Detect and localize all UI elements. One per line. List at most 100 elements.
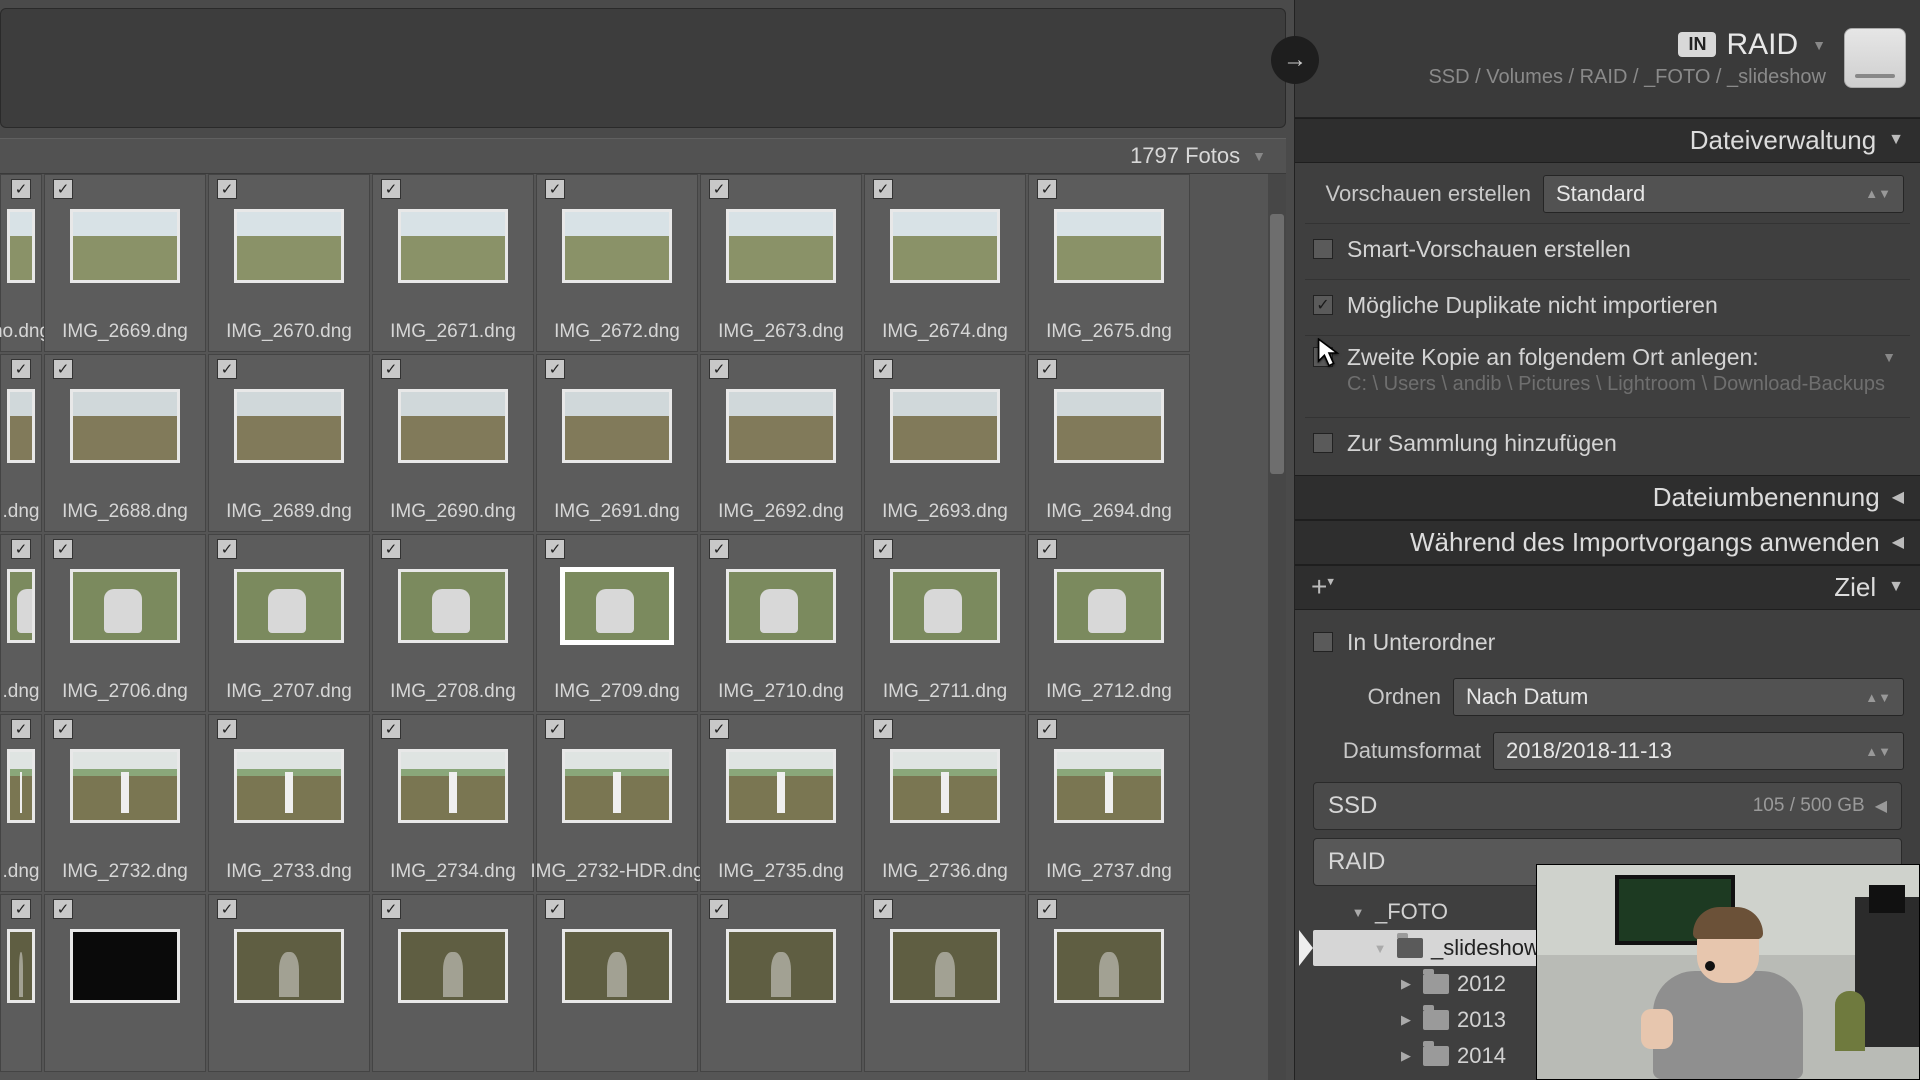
checkbox-checked-icon[interactable]: ✓ xyxy=(873,179,893,199)
thumbnail-cell[interactable]: ✓ IMG_2694.dng xyxy=(1028,354,1190,532)
checkbox-checked-icon[interactable]: ✓ xyxy=(1037,719,1057,739)
checkbox-checked-icon[interactable]: ✓ xyxy=(1037,359,1057,379)
disk-ssd[interactable]: SSD 105 / 500 GB ◀ xyxy=(1313,782,1902,830)
thumbnail-cell[interactable]: ✓ xyxy=(700,894,862,1072)
checkbox-checked-icon[interactable]: ✓ xyxy=(545,719,565,739)
checkbox-checked-icon[interactable]: ✓ xyxy=(709,539,729,559)
thumbnail-cell[interactable]: ✓ xyxy=(208,894,370,1072)
thumbnail-cell[interactable]: ✓ IMG_2673.dng xyxy=(700,174,862,352)
checkbox-checked-icon[interactable]: ✓ xyxy=(11,179,31,199)
checkbox-checked-icon[interactable]: ✓ xyxy=(873,899,893,919)
section-destination[interactable]: +▾ Ziel ▼ xyxy=(1295,565,1920,610)
disclosure-closed-icon[interactable]: ▶ xyxy=(1397,1048,1415,1064)
thumbnail-cell[interactable]: ✓ IMG_2691.dng xyxy=(536,354,698,532)
checkbox-checked-icon[interactable]: ✓ xyxy=(545,539,565,559)
checkbox-checked-icon[interactable]: ✓ xyxy=(217,719,237,739)
thumbnail-cell[interactable]: ✓ IMG_2672.dng xyxy=(536,174,698,352)
checkbox-checked-icon[interactable]: ✓ xyxy=(53,359,73,379)
thumbnail-cell[interactable]: ✓ xyxy=(44,894,206,1072)
thumbnails-viewport[interactable]: ✓ no.dng✓ IMG_2669.dng✓ IMG_2670.dng✓ IM… xyxy=(0,174,1286,1080)
checkbox-icon[interactable] xyxy=(1313,632,1333,652)
thumbnail-cell[interactable]: ✓ IMG_2711.dng xyxy=(864,534,1026,712)
disclosure-open-icon[interactable]: ▼ xyxy=(1349,905,1367,920)
checkbox-checked-icon[interactable]: ✓ xyxy=(873,359,893,379)
checkbox-checked-icon[interactable]: ✓ xyxy=(381,539,401,559)
thumbnail-cell[interactable]: ✓ IMG_2706.dng xyxy=(44,534,206,712)
checkbox-checked-icon[interactable]: ✓ xyxy=(53,719,73,739)
checkbox-checked-icon[interactable]: ✓ xyxy=(1037,899,1057,919)
disclosure-open-icon[interactable]: ▼ xyxy=(1371,941,1389,956)
checkbox-checked-icon[interactable]: ✓ xyxy=(1037,179,1057,199)
checkbox-checked-icon[interactable] xyxy=(1313,295,1333,315)
checkbox-checked-icon[interactable]: ✓ xyxy=(873,539,893,559)
checkbox-checked-icon[interactable]: ✓ xyxy=(53,899,73,919)
thumbnail-cell[interactable]: ✓ IMG_2732-HDR.dng xyxy=(536,714,698,892)
dateformat-select[interactable]: 2018/2018-11-13 ▲▼ xyxy=(1493,732,1904,770)
thumbnail-cell[interactable]: ✓ xyxy=(1028,894,1190,1072)
checkbox-checked-icon[interactable]: ✓ xyxy=(381,719,401,739)
arrow-right-icon[interactable]: → xyxy=(1271,36,1319,84)
thumbnail-cell[interactable]: ✓ IMG_2689.dng xyxy=(208,354,370,532)
checkbox-checked-icon[interactable]: ✓ xyxy=(1037,539,1057,559)
thumbnail-cell[interactable]: ✓ xyxy=(864,894,1026,1072)
checkbox-icon[interactable] xyxy=(1313,347,1333,367)
checkbox-checked-icon[interactable]: ✓ xyxy=(381,179,401,199)
section-apply-during-import[interactable]: Während des Importvorgangs anwenden ◀ xyxy=(1295,520,1920,565)
thumbnail-cell[interactable]: ✓ IMG_2669.dng xyxy=(44,174,206,352)
thumbnail-cell[interactable]: ✓ xyxy=(536,894,698,1072)
checkbox-checked-icon[interactable]: ✓ xyxy=(545,179,565,199)
thumbnail-cell[interactable]: ✓ IMG_2707.dng xyxy=(208,534,370,712)
thumbnail-cell[interactable]: ✓ IMG_2732.dng xyxy=(44,714,206,892)
thumbnail-cell[interactable]: ✓ IMG_2736.dng xyxy=(864,714,1026,892)
checkbox-checked-icon[interactable]: ✓ xyxy=(709,899,729,919)
checkbox-checked-icon[interactable]: ✓ xyxy=(709,719,729,739)
section-file-handling[interactable]: Dateiverwaltung ▼ xyxy=(1295,118,1920,163)
thumbnail-cell[interactable]: ✓ IMG_2708.dng xyxy=(372,534,534,712)
plus-icon[interactable]: +▾ xyxy=(1311,571,1334,603)
chevron-down-icon[interactable]: ▼ xyxy=(1882,349,1896,365)
checkbox-checked-icon[interactable]: ✓ xyxy=(873,719,893,739)
thumbnail-cell[interactable]: ✓ .dng xyxy=(0,714,42,892)
checkbox-checked-icon[interactable]: ✓ xyxy=(217,179,237,199)
checkbox-checked-icon[interactable]: ✓ xyxy=(217,899,237,919)
into-subfolder-row[interactable]: In Unterordner xyxy=(1305,616,1910,668)
vertical-scrollbar[interactable] xyxy=(1268,174,1286,1080)
checkbox-icon[interactable] xyxy=(1313,433,1333,453)
checkbox-checked-icon[interactable]: ✓ xyxy=(381,899,401,919)
thumbnail-cell[interactable]: ✓ IMG_2735.dng xyxy=(700,714,862,892)
thumbnail-cell[interactable]: ✓ IMG_2693.dng xyxy=(864,354,1026,532)
checkbox-checked-icon[interactable]: ✓ xyxy=(381,359,401,379)
checkbox-checked-icon[interactable]: ✓ xyxy=(11,539,31,559)
smart-previews-row[interactable]: Smart-Vorschauen erstellen xyxy=(1305,223,1910,275)
thumbnail-cell[interactable]: ✓ IMG_2670.dng xyxy=(208,174,370,352)
no-duplicates-row[interactable]: Mögliche Duplikate nicht importieren xyxy=(1305,279,1910,331)
thumbnail-cell[interactable]: ✓ no.dng xyxy=(0,174,42,352)
thumbnail-cell[interactable]: ✓ IMG_2690.dng xyxy=(372,354,534,532)
thumbnail-cell[interactable]: ✓ IMG_2671.dng xyxy=(372,174,534,352)
checkbox-checked-icon[interactable]: ✓ xyxy=(217,539,237,559)
disclosure-closed-icon[interactable]: ▶ xyxy=(1397,976,1415,992)
add-to-collection-row[interactable]: Zur Sammlung hinzufügen xyxy=(1305,417,1910,469)
thumbnail-cell[interactable]: ✓ IMG_2709.dng xyxy=(536,534,698,712)
thumbnail-cell[interactable]: ✓ IMG_2674.dng xyxy=(864,174,1026,352)
checkbox-checked-icon[interactable]: ✓ xyxy=(545,359,565,379)
thumbnail-cell[interactable]: ✓ IMG_2712.dng xyxy=(1028,534,1190,712)
thumbnail-cell[interactable]: ✓ .dng xyxy=(0,534,42,712)
checkbox-checked-icon[interactable]: ✓ xyxy=(217,359,237,379)
thumbnail-cell[interactable]: ✓ IMG_2675.dng xyxy=(1028,174,1190,352)
thumbnail-cell[interactable]: ✓ xyxy=(372,894,534,1072)
checkbox-checked-icon[interactable]: ✓ xyxy=(11,899,31,919)
scrollbar-thumb[interactable] xyxy=(1270,214,1284,474)
thumbnail-cell[interactable]: ✓ xyxy=(0,894,42,1072)
checkbox-icon[interactable] xyxy=(1313,239,1333,259)
destination-block[interactable]: IN RAID ▼ SSD / Volumes / RAID / _FOTO /… xyxy=(1428,28,1826,89)
checkbox-checked-icon[interactable]: ✓ xyxy=(545,899,565,919)
checkbox-checked-icon[interactable]: ✓ xyxy=(11,719,31,739)
second-copy-row[interactable]: Zweite Kopie an folgendem Ort anlegen: ▼… xyxy=(1305,335,1910,413)
thumbnail-cell[interactable]: ✓ IMG_2737.dng xyxy=(1028,714,1190,892)
thumbnail-cell[interactable]: ✓ .dng xyxy=(0,354,42,532)
thumbnail-cell[interactable]: ✓ IMG_2734.dng xyxy=(372,714,534,892)
disclosure-closed-icon[interactable]: ▶ xyxy=(1397,1012,1415,1028)
checkbox-checked-icon[interactable]: ✓ xyxy=(53,179,73,199)
thumbnail-cell[interactable]: ✓ IMG_2688.dng xyxy=(44,354,206,532)
